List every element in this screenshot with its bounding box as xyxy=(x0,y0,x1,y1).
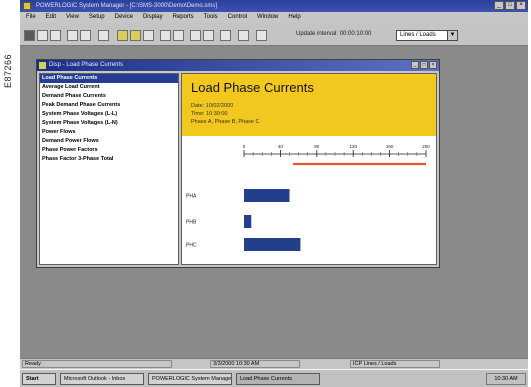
display-window-title: Disp - Load Phase Currents xyxy=(49,62,124,68)
cut-icon[interactable] xyxy=(67,30,78,41)
taskbar-item[interactable]: POWERLOGIC System Manager xyxy=(148,373,232,385)
x-tick-label: 200 xyxy=(422,144,430,149)
chart-icon[interactable] xyxy=(130,30,141,41)
event-icon[interactable] xyxy=(173,30,184,41)
panel-date: Date: 10/02/2000 xyxy=(191,103,234,109)
x-tick-label: 120 xyxy=(349,144,357,149)
app-title-bar: POWERLOGIC System Manager - [C:\SMS-3000… xyxy=(20,0,528,12)
x-tick-label: 160 xyxy=(386,144,394,149)
update-interval-label: Update interval: 00:00:10:00 xyxy=(296,31,372,37)
tile-icon[interactable] xyxy=(220,30,231,41)
phase-current-bar xyxy=(244,189,290,202)
copy-icon[interactable] xyxy=(80,30,91,41)
category-label: PHB xyxy=(186,220,197,226)
display-minimize-button[interactable]: _ xyxy=(411,61,419,69)
menu-bar: File Edit View Setup Device Display Repo… xyxy=(20,12,528,23)
display-close-button[interactable]: × xyxy=(429,61,437,69)
display-maximize-button[interactable]: □ xyxy=(420,61,428,69)
list-item[interactable]: Demand Power Flows xyxy=(40,137,178,146)
list-item[interactable]: Average Load Current xyxy=(40,83,178,92)
app-window-controls: _ □ × xyxy=(494,1,526,10)
category-label: PHC xyxy=(186,243,197,249)
menu-file[interactable]: File xyxy=(26,12,36,23)
panel-title: Load Phase Currents xyxy=(191,80,314,95)
list-item[interactable]: System Phase Voltages (L-L) xyxy=(40,110,178,119)
menu-help[interactable]: Help xyxy=(288,12,300,23)
status-datetime: 3/3/2000 10:30 AM xyxy=(210,360,300,368)
maximize-button[interactable]: □ xyxy=(505,1,515,10)
taskbar-clock: 10:30 AM xyxy=(486,373,526,385)
menu-display[interactable]: Display xyxy=(143,12,163,23)
alarm-icon[interactable] xyxy=(160,30,171,41)
start-button[interactable]: Start xyxy=(22,373,56,385)
menu-reports[interactable]: Reports xyxy=(173,12,194,23)
app-icon xyxy=(23,2,31,10)
list-item[interactable]: Power Flows xyxy=(40,128,178,137)
list-item[interactable]: Load Phase Currents xyxy=(40,74,178,83)
print-icon[interactable] xyxy=(98,30,109,41)
minimize-button[interactable]: _ xyxy=(494,1,504,10)
x-tick-label: 0 xyxy=(243,144,246,149)
x-tick-label: 80 xyxy=(314,144,320,149)
open-icon[interactable] xyxy=(37,30,48,41)
chevron-down-icon[interactable]: ▼ xyxy=(447,31,457,40)
display-panel: Load Phase Currents Date: 10/02/2000 Tim… xyxy=(181,73,437,265)
control-icon[interactable] xyxy=(203,30,214,41)
list-item[interactable]: Demand Phase Currents xyxy=(40,92,178,101)
menu-control[interactable]: Control xyxy=(228,12,247,23)
status-bar: Ready 3/3/2000 10:30 AM ICP Lines / Load… xyxy=(20,358,528,369)
category-label: PHA xyxy=(186,194,197,200)
taskbar: Start Microsoft Outlook - Inbox POWERLOG… xyxy=(20,369,528,387)
panel-time: Time: 10:30:00 xyxy=(191,111,228,117)
save-icon[interactable] xyxy=(50,30,61,41)
display-window-controls: _ □ × xyxy=(411,61,437,69)
toolbar: Update interval: 00:00:10:00 Lines / Loa… xyxy=(20,23,528,46)
status-ready: Ready xyxy=(22,360,172,368)
list-item[interactable]: System Phase Voltages (L-N) xyxy=(40,119,178,128)
menu-window[interactable]: Window xyxy=(257,12,278,23)
help-icon[interactable] xyxy=(256,30,267,41)
taskbar-item[interactable]: Load Phase Currents xyxy=(236,373,320,385)
quantity-list: Load Phase Currents Average Load Current… xyxy=(39,73,179,265)
report-icon[interactable] xyxy=(190,30,201,41)
menu-tools[interactable]: Tools xyxy=(204,12,218,23)
close-button[interactable]: × xyxy=(516,1,526,10)
app-window: POWERLOGIC System Manager - [C:\SMS-3000… xyxy=(20,0,528,387)
display-window: Disp - Load Phase Currents _ □ × Load Ph… xyxy=(36,59,440,268)
display-window-title-bar: Disp - Load Phase Currents _ □ × xyxy=(37,60,439,71)
app-title: POWERLOGIC System Manager - [C:\SMS-3000… xyxy=(36,3,218,9)
panel-header: Load Phase Currents Date: 10/02/2000 Tim… xyxy=(182,74,436,136)
x-tick-label: 40 xyxy=(278,144,284,149)
list-item[interactable]: Phase Power Factors xyxy=(40,146,178,155)
menu-edit[interactable]: Edit xyxy=(46,12,56,23)
new-icon[interactable] xyxy=(24,30,35,41)
phase-current-bar xyxy=(244,215,252,228)
status-device: ICP Lines / Loads xyxy=(350,360,440,368)
display-icon[interactable] xyxy=(117,30,128,41)
cascade-icon[interactable] xyxy=(238,30,249,41)
taskbar-item[interactable]: Microsoft Outlook - Inbox xyxy=(60,373,144,385)
table-icon[interactable] xyxy=(143,30,154,41)
panel-phases: Phase A, Phase B, Phase C xyxy=(191,119,260,125)
device-select-value: Lines / Loads xyxy=(400,32,436,38)
device-select[interactable]: Lines / Loads ▼ xyxy=(396,30,458,41)
display-window-icon xyxy=(39,62,46,69)
menu-setup[interactable]: Setup xyxy=(89,12,105,23)
figure-id: E87266 xyxy=(3,53,13,88)
current-bar-chart: 0 40 80 120 160 200 PHA PHB PHC xyxy=(186,144,430,251)
phase-current-bar xyxy=(244,238,301,251)
list-item[interactable]: Phase Factor 3-Phase Total xyxy=(40,155,178,164)
menu-view[interactable]: View xyxy=(66,12,79,23)
list-item[interactable]: Peak Demand Phase Currents xyxy=(40,101,178,110)
menu-device[interactable]: Device xyxy=(115,12,133,23)
